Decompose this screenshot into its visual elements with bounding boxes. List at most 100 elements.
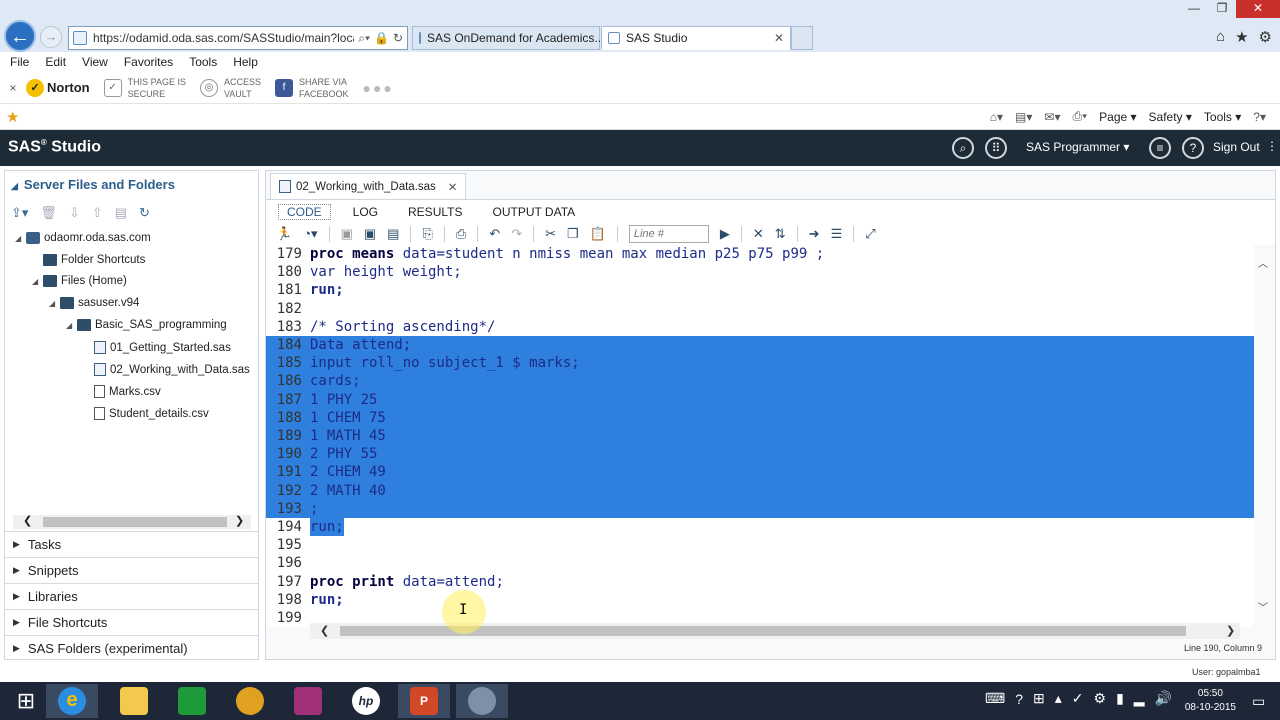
save-as-icon[interactable]: ▣: [364, 226, 376, 242]
notifications-icon[interactable]: ▭: [1252, 693, 1265, 710]
upload-icon[interactable]: ⇧: [92, 205, 103, 221]
redo-icon[interactable]: ↷: [511, 226, 522, 242]
taskbar-store[interactable]: [166, 684, 218, 718]
menu-edit[interactable]: Edit: [45, 55, 66, 69]
section-libraries[interactable]: ▶ Libraries: [5, 583, 258, 609]
browser-tab-sas-ondemand[interactable]: SAS OnDemand for Academics...: [412, 26, 604, 50]
undo-icon[interactable]: ↶: [489, 226, 500, 242]
close-tab-icon[interactable]: ✕: [448, 180, 458, 194]
help-icon[interactable]: ?: [1015, 691, 1023, 707]
settings-tray-icon[interactable]: ⚙: [1094, 690, 1107, 707]
apps-grid-icon[interactable]: ⠿: [985, 137, 1007, 159]
norton-vault-button[interactable]: ◎ ACCESS VAULT: [199, 76, 261, 100]
restore-button[interactable]: ❐: [1208, 0, 1236, 18]
code-editor[interactable]: 179 proc means data=student n nmiss mean …: [266, 245, 1254, 627]
tree-item-basic-sas-programming[interactable]: ◢ Basic_SAS_programming: [66, 319, 227, 331]
format-code-icon[interactable]: ☰: [831, 226, 843, 242]
clear-icon[interactable]: ✕: [753, 226, 764, 242]
close-tab-icon[interactable]: ✕: [766, 31, 784, 45]
tools-menu[interactable]: Tools ▾: [1204, 110, 1241, 124]
close-window-button[interactable]: ✕: [1236, 0, 1280, 18]
home-icon[interactable]: ⌂: [1216, 28, 1225, 46]
code-vertical-scrollbar[interactable]: ︿ ﹀: [1256, 251, 1270, 614]
keyboard-icon[interactable]: ⌨: [985, 690, 1005, 707]
search-icon[interactable]: ⌕: [952, 137, 974, 159]
address-bar[interactable]: https://odamid.oda.sas.com/SASStudio/mai…: [68, 26, 408, 50]
properties-icon[interactable]: ▤: [115, 205, 127, 221]
maximize-icon[interactable]: ⤢: [865, 226, 875, 242]
tab-code[interactable]: CODE: [278, 203, 331, 220]
scrollbar-thumb[interactable]: [43, 517, 227, 527]
start-button[interactable]: ⊞: [0, 684, 52, 718]
home-dropdown-icon[interactable]: ⌂▾: [990, 110, 1003, 124]
menu-view[interactable]: View: [82, 55, 108, 69]
section-sas-folders[interactable]: ▶ SAS Folders (experimental): [5, 635, 258, 661]
tree-item-getting-started[interactable]: 01_Getting_Started.sas: [83, 341, 231, 354]
cut-icon[interactable]: ✂: [545, 226, 556, 242]
tree-item-marks-csv[interactable]: Marks.csv: [83, 385, 161, 398]
mail-icon[interactable]: ✉▾: [1044, 110, 1060, 124]
paste-icon[interactable]: 📋: [590, 226, 606, 242]
taskbar-app[interactable]: [282, 684, 334, 718]
back-button[interactable]: ←: [4, 20, 36, 52]
more-icon[interactable]: ⋮: [1266, 139, 1278, 153]
taskbar-app-gauge[interactable]: [456, 684, 508, 718]
lock-icon[interactable]: 🔒: [374, 31, 389, 45]
windows-icon[interactable]: ⊞: [1033, 690, 1045, 707]
scroll-left-icon[interactable]: ❮: [320, 624, 329, 637]
section-file-shortcuts[interactable]: ▶ File Shortcuts: [5, 609, 258, 635]
volume-icon[interactable]: 🔊: [1155, 690, 1172, 707]
norton-logo[interactable]: ✓ Norton: [26, 78, 90, 97]
history-icon[interactable]: ◔▾: [303, 226, 317, 242]
scroll-up-icon[interactable]: ︿: [1258, 255, 1268, 270]
favorites-bar-star-icon[interactable]: ★: [6, 108, 19, 126]
menu-file[interactable]: File: [10, 55, 29, 69]
scroll-left-icon[interactable]: ❮: [23, 514, 32, 527]
norton-secure-indicator[interactable]: ✓ THIS PAGE IS SECURE: [103, 76, 186, 100]
tree-horizontal-scrollbar[interactable]: ❮ ❯: [13, 515, 251, 529]
favorites-star-icon[interactable]: ★: [1235, 28, 1248, 46]
snippet-icon[interactable]: ➜: [809, 226, 820, 242]
safety-menu[interactable]: Safety ▾: [1149, 110, 1192, 124]
print-icon[interactable]: ⎙: [456, 226, 466, 242]
refresh-icon[interactable]: ↻: [393, 31, 403, 45]
download-icon[interactable]: ⇩: [69, 205, 80, 221]
sign-out-link[interactable]: Sign Out: [1213, 140, 1260, 154]
tree-item-working-with-data[interactable]: 02_Working_with_Data.sas: [83, 363, 250, 376]
program-tab[interactable]: 02_Working_with_Data.sas ✕: [270, 173, 467, 199]
server-files-header[interactable]: ◢ Server Files and Folders: [11, 177, 175, 192]
taskbar-file-explorer[interactable]: [108, 684, 160, 718]
split-icon[interactable]: ⇅: [775, 226, 786, 242]
norton-tray-icon[interactable]: ✓: [1072, 690, 1084, 707]
taskbar-media-player[interactable]: [224, 684, 276, 718]
scroll-right-icon[interactable]: ❯: [1226, 624, 1235, 637]
taskbar-clock[interactable]: 05:50 08-10-2015: [1185, 687, 1236, 715]
print-icon[interactable]: ⎙▾: [1073, 109, 1088, 124]
search-icon[interactable]: ⌕▾: [358, 31, 370, 46]
tree-item-sasuser[interactable]: ◢ sasuser.v94: [49, 297, 139, 309]
save-icon[interactable]: ▣: [341, 226, 353, 242]
delete-icon[interactable]: 🗑: [40, 205, 57, 221]
tab-log[interactable]: LOG: [345, 205, 386, 219]
norton-more-icon[interactable]: ●●●: [363, 80, 394, 96]
tree-item-server[interactable]: ◢ odaomr.oda.sas.com: [15, 232, 151, 244]
tab-results[interactable]: RESULTS: [400, 205, 470, 219]
go-to-line-icon[interactable]: ▶: [720, 226, 730, 242]
tree-item-files-home[interactable]: ◢ Files (Home): [32, 275, 127, 287]
minimize-button[interactable]: —: [1180, 0, 1208, 18]
download-icon[interactable]: ▤: [387, 226, 399, 242]
menu-favorites[interactable]: Favorites: [124, 55, 173, 69]
network-icon[interactable]: ▂: [1134, 690, 1145, 707]
menu-tools[interactable]: Tools: [189, 55, 217, 69]
run-icon[interactable]: 🏃: [276, 226, 292, 242]
norton-share-facebook[interactable]: f SHARE VIA FACEBOOK: [274, 76, 349, 100]
export-icon[interactable]: ⎘: [422, 226, 432, 242]
scroll-down-icon[interactable]: ﹀: [1258, 599, 1268, 614]
section-tasks[interactable]: ▶ Tasks: [5, 531, 258, 557]
perspective-dropdown[interactable]: SAS Programmer ▾: [1026, 140, 1129, 154]
tree-item-folder-shortcuts[interactable]: Folder Shortcuts: [32, 254, 145, 266]
menu-icon[interactable]: ≡: [1149, 137, 1171, 159]
taskbar-hp[interactable]: hp: [340, 684, 392, 718]
new-item-icon[interactable]: ⇪▾: [11, 205, 28, 221]
tree-item-student-details[interactable]: Student_details.csv: [83, 407, 209, 420]
